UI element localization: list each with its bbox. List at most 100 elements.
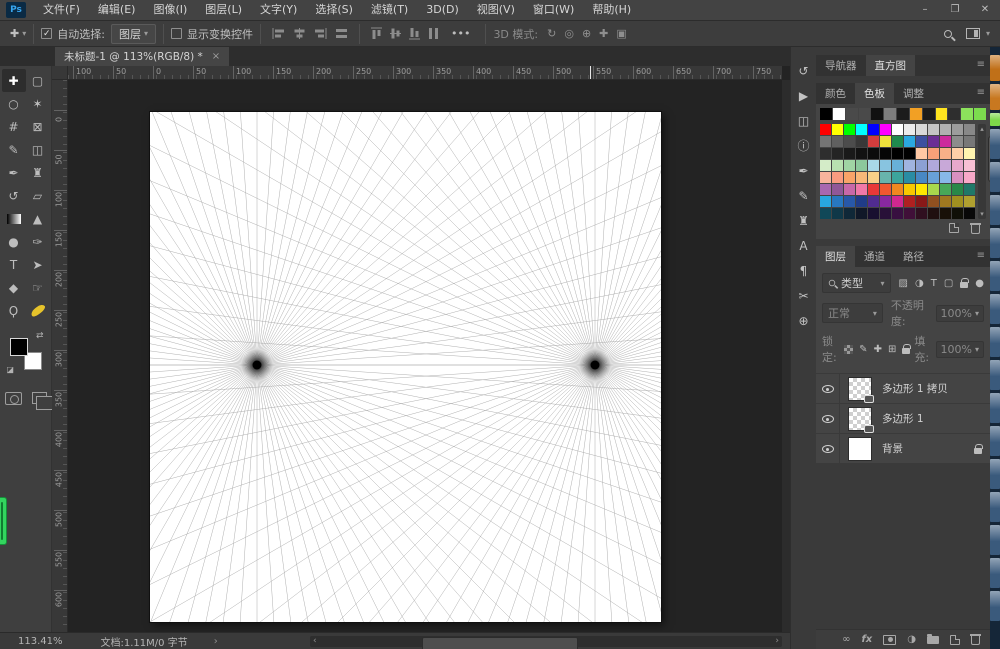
- menu-item[interactable]: 编辑(E): [89, 0, 145, 20]
- 3d-drag-icon[interactable]: ⊕: [582, 27, 591, 40]
- visibility-toggle[interactable]: [816, 374, 840, 403]
- layer-row[interactable]: 背景: [816, 434, 990, 464]
- swatch[interactable]: [928, 172, 939, 183]
- swatch[interactable]: [844, 184, 855, 195]
- scroll-right-icon[interactable]: ›: [775, 636, 779, 647]
- menu-item[interactable]: 滤镜(T): [362, 0, 417, 20]
- swatch[interactable]: [844, 160, 855, 171]
- swatch[interactable]: [916, 208, 927, 219]
- tab-paths[interactable]: 路径: [894, 246, 933, 267]
- gradient-tool[interactable]: [2, 207, 26, 230]
- swatch[interactable]: [928, 196, 939, 207]
- menu-item[interactable]: 3D(D): [417, 0, 468, 20]
- recent-swatch[interactable]: [832, 108, 845, 120]
- swatch[interactable]: [892, 184, 903, 195]
- filter-shape-layers-icon[interactable]: ▢: [944, 278, 953, 289]
- fill-field[interactable]: 100% ▾: [935, 340, 984, 358]
- tab-color[interactable]: 颜色: [816, 83, 855, 104]
- delete-layer-icon[interactable]: [970, 634, 981, 645]
- swatch[interactable]: [844, 148, 855, 159]
- swatch[interactable]: [892, 196, 903, 207]
- recent-swatch[interactable]: [897, 108, 909, 120]
- swatch[interactable]: [940, 184, 951, 195]
- new-adjustment-layer-icon[interactable]: ◑: [907, 634, 916, 645]
- recent-swatch[interactable]: [909, 108, 922, 120]
- swatch[interactable]: [928, 208, 939, 219]
- swatch[interactable]: [820, 184, 831, 195]
- swatch[interactable]: [964, 160, 975, 171]
- swatch[interactable]: [928, 184, 939, 195]
- healing-brush-tool[interactable]: ◫: [26, 138, 50, 161]
- swatch[interactable]: [928, 124, 939, 135]
- workspace-switcher[interactable]: ▾: [965, 28, 990, 39]
- swatch[interactable]: [940, 124, 951, 135]
- restore-button[interactable]: ❐: [940, 0, 970, 20]
- filter-adjustment-layers-icon[interactable]: ◑: [915, 278, 924, 289]
- more-options-button[interactable]: •••: [451, 27, 470, 40]
- menu-item[interactable]: 文字(Y): [251, 0, 306, 20]
- swatch[interactable]: [904, 184, 915, 195]
- swatch[interactable]: [820, 160, 831, 171]
- swatch[interactable]: [880, 124, 891, 135]
- swatch[interactable]: [964, 136, 975, 147]
- align-right-icon[interactable]: [313, 27, 328, 40]
- filter-pixel-layers-icon[interactable]: ▨: [899, 278, 908, 289]
- swatch[interactable]: [856, 196, 867, 207]
- swatch[interactable]: [880, 160, 891, 171]
- dodge-tool[interactable]: ●: [2, 230, 26, 253]
- menu-item[interactable]: 选择(S): [306, 0, 362, 20]
- recent-swatch[interactable]: [884, 108, 897, 120]
- swatch[interactable]: [904, 172, 915, 183]
- menu-item[interactable]: 图像(I): [144, 0, 196, 20]
- quick-mask-button[interactable]: [4, 392, 22, 405]
- clone-source-panel-icon[interactable]: ♜: [793, 209, 815, 232]
- swatch[interactable]: [892, 136, 903, 147]
- recent-swatch[interactable]: [961, 108, 974, 120]
- swatch[interactable]: [892, 172, 903, 183]
- swatch[interactable]: [856, 172, 867, 183]
- swatch[interactable]: [880, 196, 891, 207]
- align-left-icon[interactable]: [271, 27, 286, 40]
- lock-position-icon[interactable]: ✚: [874, 344, 882, 355]
- vertical-scrollbar[interactable]: [782, 80, 815, 632]
- swatch[interactable]: [940, 148, 951, 159]
- new-group-icon[interactable]: [927, 633, 939, 644]
- swatch[interactable]: [916, 136, 927, 147]
- libraries-panel-icon[interactable]: ⊕: [793, 309, 815, 332]
- recent-swatch[interactable]: [922, 108, 935, 120]
- link-layers-icon[interactable]: ∞: [842, 634, 850, 645]
- swap-colors-icon[interactable]: ⇄: [36, 331, 44, 341]
- swatch[interactable]: [940, 172, 951, 183]
- zoom-level-field[interactable]: 113.41%: [18, 636, 63, 647]
- hand-tool[interactable]: ☞: [26, 276, 50, 299]
- swatch[interactable]: [820, 148, 831, 159]
- canvas-pasteboard[interactable]: [68, 80, 782, 632]
- swatch[interactable]: [844, 136, 855, 147]
- auto-select-checkbox[interactable]: ✓: [41, 28, 53, 39]
- path-select-tool[interactable]: ➤: [26, 253, 50, 276]
- swatch[interactable]: [952, 124, 963, 135]
- actions-panel-icon[interactable]: ▶: [793, 84, 815, 107]
- visibility-toggle[interactable]: [816, 404, 840, 433]
- add-layer-mask-icon[interactable]: [883, 634, 897, 645]
- search-icon[interactable]: [943, 29, 952, 38]
- tab-swatches[interactable]: 色板: [855, 83, 894, 104]
- swatch[interactable]: [844, 124, 855, 135]
- swatch[interactable]: [832, 160, 843, 171]
- character-panel-icon[interactable]: A: [793, 234, 815, 257]
- crop-tool[interactable]: #: [2, 115, 26, 138]
- info-panel-icon[interactable]: ⓘ: [793, 134, 815, 157]
- swatch[interactable]: [916, 124, 927, 135]
- menu-item[interactable]: 文件(F): [34, 0, 89, 20]
- recent-swatch[interactable]: [948, 108, 961, 120]
- swatch[interactable]: [832, 148, 843, 159]
- swatch[interactable]: [928, 148, 939, 159]
- swatch[interactable]: [856, 160, 867, 171]
- menu-item[interactable]: 帮助(H): [583, 0, 640, 20]
- tab-adjustments[interactable]: 调整: [894, 83, 933, 104]
- recent-swatch[interactable]: [974, 108, 986, 120]
- properties-panel-icon[interactable]: ◫: [793, 109, 815, 132]
- pen-tool[interactable]: ✑: [26, 230, 50, 253]
- swatch[interactable]: [940, 208, 951, 219]
- swatch[interactable]: [868, 148, 879, 159]
